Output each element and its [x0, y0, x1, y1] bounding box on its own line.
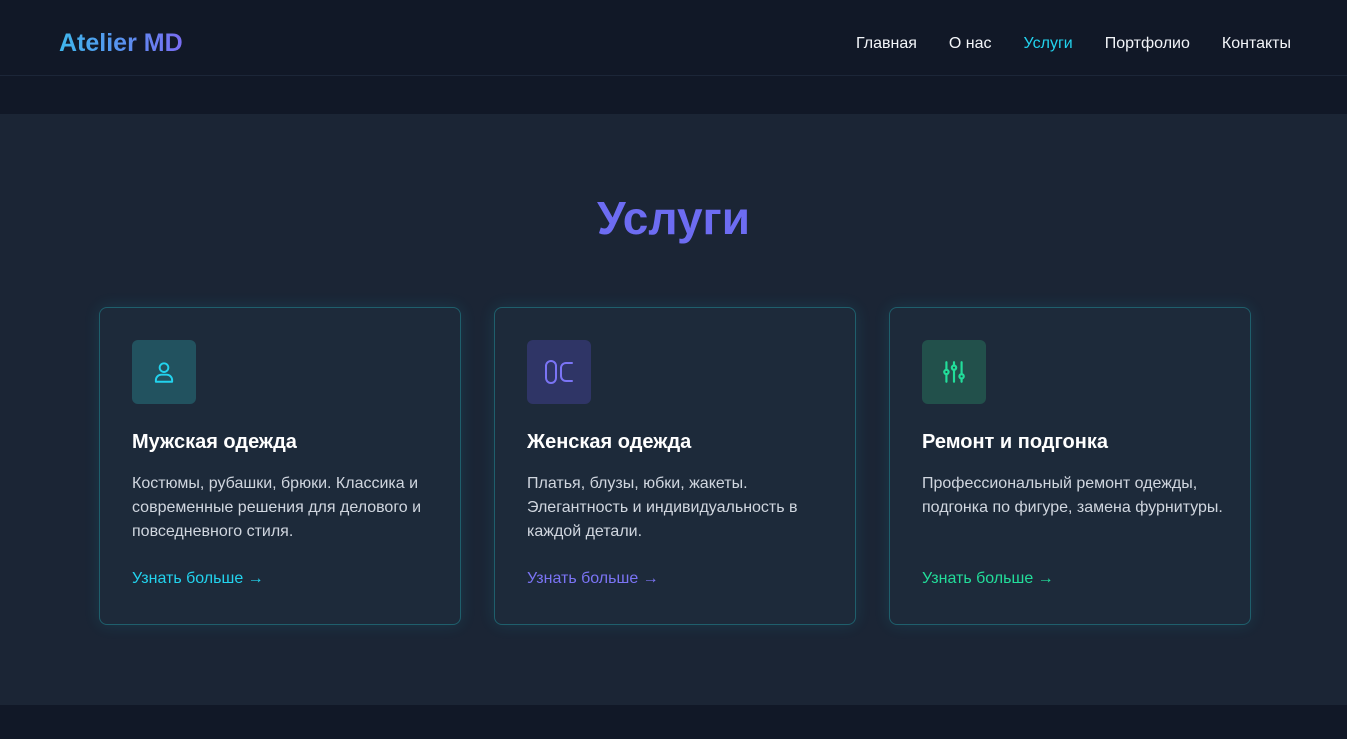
section-title: Услуги [597, 192, 750, 244]
service-card-mens: Мужская одежда Костюмы, рубашки, брюки. … [99, 307, 461, 625]
card-title: Ремонт и подгонка [922, 431, 1108, 453]
header-spacer-band [0, 76, 1347, 114]
nav-item-about[interactable]: О нас [949, 30, 992, 58]
card-title: Женская одежда [527, 431, 692, 453]
nav-item-portfolio[interactable]: Портфолио [1105, 30, 1190, 58]
nav-item-contacts[interactable]: Контакты [1222, 30, 1291, 58]
adjustments-icon [922, 340, 986, 404]
card-description: Профессиональный ремонт одежды, подгонка… [922, 475, 1223, 516]
service-card-repair: Ремонт и подгонка Профессиональный ремон… [889, 307, 1251, 625]
learn-more-link[interactable]: Узнать больше → [527, 567, 659, 591]
card-title: Мужская одежда [132, 431, 297, 453]
logo[interactable]: Atelier MD [59, 26, 183, 60]
main-nav: Главная О нас Услуги Портфолио Контакты [856, 30, 1291, 58]
card-description: Платья, блузы, юбки, жакеты. Элегантност… [527, 475, 798, 540]
site-header: Atelier MD Главная О нас Услуги Портфоли… [0, 0, 1347, 76]
learn-more-link[interactable]: Узнать больше → [132, 567, 264, 591]
service-card-womens: Женская одежда Платья, блузы, юбки, жаке… [494, 307, 856, 625]
service-cards: Мужская одежда Костюмы, рубашки, брюки. … [99, 307, 1251, 625]
learn-more-link[interactable]: Узнать больше → [922, 567, 1054, 591]
nav-item-services[interactable]: Услуги [1024, 30, 1073, 58]
scissors-icon [527, 340, 591, 404]
footer-band [0, 705, 1347, 739]
card-description: Костюмы, рубашки, брюки. Классика и совр… [132, 475, 422, 540]
services-section: Услуги Мужская одежда Костюмы, рубашки, … [0, 114, 1347, 705]
nav-item-home[interactable]: Главная [856, 30, 917, 58]
user-icon [132, 340, 196, 404]
